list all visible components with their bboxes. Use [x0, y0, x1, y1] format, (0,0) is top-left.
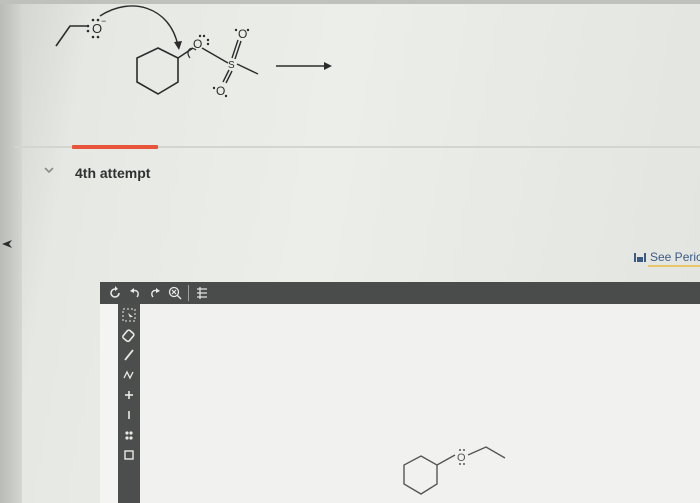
clear-icon[interactable] — [168, 286, 182, 300]
editor-toolbar — [100, 282, 700, 304]
eraser-icon[interactable] — [121, 328, 137, 343]
ether-oxygen-drawn: O — [457, 452, 466, 464]
attempt-label[interactable]: 4th attempt — [75, 165, 150, 181]
plus-charge-icon[interactable] — [121, 388, 137, 402]
periodic-table-icon — [634, 253, 646, 262]
see-periodic-table-label: See Peric — [650, 250, 700, 264]
undo-icon[interactable] — [128, 286, 142, 300]
curved-arrow — [99, 5, 179, 47]
svg-text:−: − — [101, 16, 106, 26]
editor-sidebar — [118, 304, 140, 503]
ethyl-chain — [55, 25, 88, 47]
bond-icon[interactable] — [121, 348, 137, 362]
lone-pair-icon[interactable] — [121, 428, 137, 442]
attempt-accent-bar — [72, 145, 158, 149]
minus-charge-icon[interactable] — [121, 408, 137, 422]
cyclohexane-ring — [136, 47, 179, 95]
drawn-structure: O — [403, 446, 506, 495]
toolbar-separator — [188, 285, 189, 301]
template-icon[interactable] — [195, 286, 209, 300]
select-icon[interactable] — [121, 308, 137, 322]
sulfonyl-oxygen-top: O — [238, 27, 247, 41]
chain-icon[interactable] — [121, 368, 137, 382]
sulfonyl-oxygen-bottom: O — [216, 84, 225, 98]
bracket-icon[interactable] — [121, 448, 137, 462]
ethyl-chain-drawn — [467, 446, 506, 459]
left-bezel-shade — [0, 0, 22, 503]
reaction-mechanism: O − O S O O — [55, 5, 332, 98]
sulfur-atom: S — [228, 60, 235, 71]
cyclohexane-ring-drawn — [403, 455, 438, 495]
mouse-cursor-icon — [2, 240, 12, 248]
see-periodic-table-link[interactable]: See Peric — [634, 248, 700, 266]
periodic-link-underline — [648, 265, 700, 267]
chevron-down-icon[interactable] — [42, 163, 56, 177]
refresh-icon[interactable] — [108, 286, 122, 300]
redo-icon[interactable] — [148, 286, 162, 300]
